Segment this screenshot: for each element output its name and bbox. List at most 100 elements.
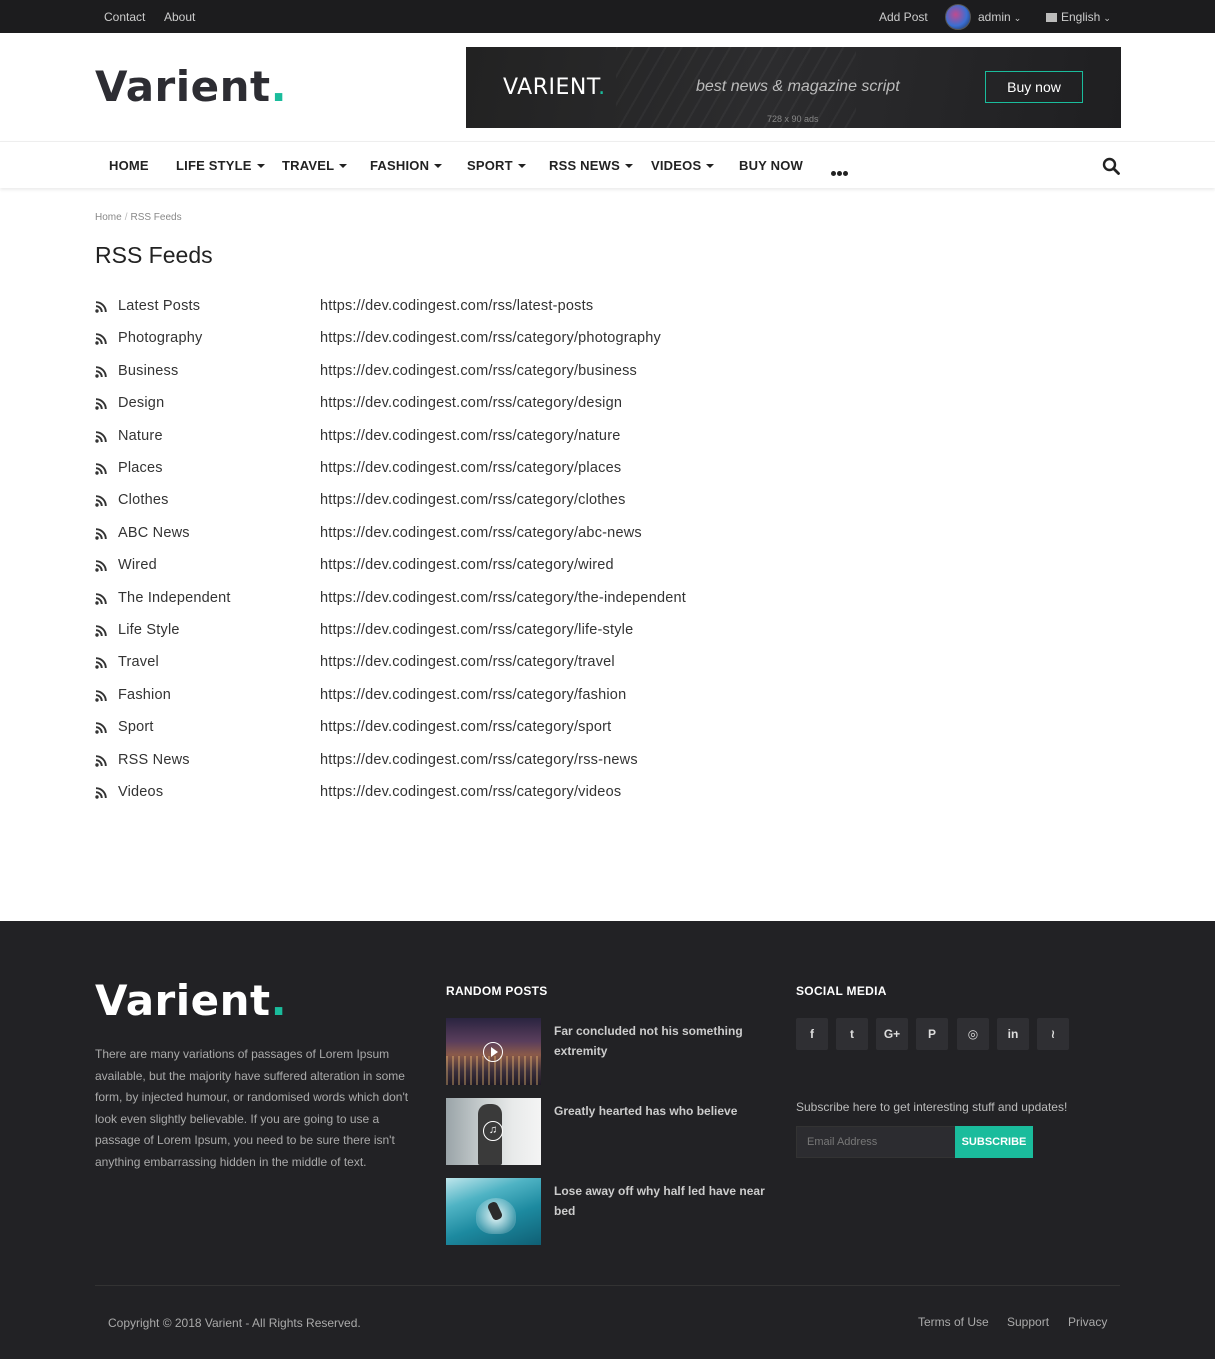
breadcrumb-current: RSS Feeds xyxy=(130,212,182,223)
feed-url-link[interactable]: https://dev.codingest.com/rss/category/c… xyxy=(320,492,626,508)
pinterest-icon[interactable]: P xyxy=(916,1018,948,1050)
about-link[interactable]: About xyxy=(164,10,195,24)
footer-logo[interactable]: Varient. xyxy=(95,976,287,1025)
feed-url-link[interactable]: https://dev.codingest.com/rss/category/s… xyxy=(320,719,611,735)
flag-icon xyxy=(1046,13,1057,22)
feed-name[interactable]: ABC News xyxy=(118,525,190,541)
nav-rss-news[interactable]: RSS NEWS xyxy=(549,158,633,173)
rss-icon xyxy=(95,592,107,605)
post-thumbnail[interactable] xyxy=(446,1018,541,1085)
feed-url-link[interactable]: https://dev.codingest.com/rss/category/p… xyxy=(320,460,621,476)
feed-name[interactable]: Latest Posts xyxy=(118,298,200,314)
feed-name[interactable]: The Independent xyxy=(118,590,231,606)
feed-name[interactable]: Videos xyxy=(118,784,163,800)
feed-name[interactable]: Places xyxy=(118,460,163,476)
rss-feed-row: Fashion https://dev.codingest.com/rss/cat… xyxy=(95,687,895,707)
feed-url-link[interactable]: https://dev.codingest.com/rss/category/b… xyxy=(320,363,637,379)
linkedin-icon[interactable]: in xyxy=(997,1018,1029,1050)
feed-url-link[interactable]: https://dev.codingest.com/rss/category/w… xyxy=(320,557,614,573)
google-plus-icon[interactable]: G+ xyxy=(876,1018,908,1050)
nav-travel[interactable]: TRAVEL xyxy=(282,158,348,173)
feed-url-link[interactable]: https://dev.codingest.com/rss/category/t… xyxy=(320,654,615,670)
feed-url-link[interactable]: https://dev.codingest.com/rss/category/l… xyxy=(320,622,633,638)
caret-down-icon xyxy=(517,164,526,168)
breadcrumb-home[interactable]: Home xyxy=(95,212,122,223)
nav-fashion[interactable]: FASHION xyxy=(370,158,443,173)
rss-feed-row: The Independent https://dev.codingest.com… xyxy=(95,590,895,610)
rss-icon xyxy=(95,722,107,734)
feed-name[interactable]: RSS News xyxy=(118,752,190,768)
contact-link[interactable]: Contact xyxy=(104,10,145,24)
instagram-icon[interactable]: ◎ xyxy=(957,1018,989,1050)
footer: Varient. There are many variations of pa… xyxy=(0,921,1215,1359)
ellipsis-icon[interactable] xyxy=(831,163,851,176)
terms-link[interactable]: Terms of Use xyxy=(918,1315,989,1329)
support-link[interactable]: Support xyxy=(1007,1315,1049,1329)
search-icon[interactable] xyxy=(1102,157,1120,175)
chevron-down-icon: ⌄ xyxy=(1103,13,1111,23)
nav-buy-now[interactable]: BUY NOW xyxy=(739,158,803,173)
twitter-icon[interactable]: t xyxy=(836,1018,868,1050)
feed-name[interactable]: Business xyxy=(118,363,178,379)
privacy-link[interactable]: Privacy xyxy=(1068,1315,1107,1329)
rss-icon xyxy=(95,398,107,410)
feed-name[interactable]: Photography xyxy=(118,330,202,346)
feed-url-link[interactable]: https://dev.codingest.com/rss/category/n… xyxy=(320,428,621,444)
ad-banner[interactable]: VARIENT. best news & magazine script Buy… xyxy=(466,47,1121,128)
logo-dot: . xyxy=(270,62,288,111)
ad-logo: VARIENT. xyxy=(503,75,606,100)
avatar[interactable] xyxy=(945,4,971,30)
random-post-title[interactable]: Far concluded not his something extremit… xyxy=(554,1021,779,1061)
caret-down-icon xyxy=(256,164,265,168)
feed-name[interactable]: Clothes xyxy=(118,492,169,508)
facebook-icon[interactable]: f xyxy=(796,1018,828,1050)
rss-icon xyxy=(95,528,107,540)
post-thumbnail[interactable]: ♫ xyxy=(446,1098,541,1165)
feed-url-link[interactable]: https://dev.codingest.com/rss/category/v… xyxy=(320,784,621,800)
language-label: English xyxy=(1061,10,1101,24)
feed-url-link[interactable]: https://dev.codingest.com/rss/category/p… xyxy=(320,330,661,346)
footer-divider xyxy=(95,1285,1120,1286)
language-menu[interactable]: English ⌄ xyxy=(1046,10,1111,24)
random-post-title[interactable]: Greatly hearted has who believe xyxy=(554,1101,779,1121)
caret-down-icon xyxy=(706,164,715,168)
nav-home[interactable]: HOME xyxy=(109,158,149,173)
caret-down-icon xyxy=(434,164,443,168)
user-menu[interactable]: admin ⌄ xyxy=(978,10,1021,24)
feed-url-link[interactable]: https://dev.codingest.com/rss/category/a… xyxy=(320,525,642,541)
feed-url-link[interactable]: https://dev.codingest.com/rss/category/t… xyxy=(320,590,686,606)
subscribe-button[interactable]: SUBSCRIBE xyxy=(955,1126,1033,1158)
rss-feed-row: Clothes https://dev.codingest.com/rss/cat… xyxy=(95,492,895,512)
rss-feed-row: Sport https://dev.codingest.com/rss/categ… xyxy=(95,719,895,739)
random-post-title[interactable]: Lose away off why half led have near bed xyxy=(554,1181,779,1221)
post-thumbnail[interactable] xyxy=(446,1178,541,1245)
subscribe-text: Subscribe here to get interesting stuff … xyxy=(796,1100,1068,1114)
nav-life-style[interactable]: LIFE STYLE xyxy=(176,158,265,173)
feed-name[interactable]: Design xyxy=(118,395,164,411)
footer-about-text: There are many variations of passages of… xyxy=(95,1047,409,1169)
feed-name[interactable]: Wired xyxy=(118,557,157,573)
rss-feed-row: Nature https://dev.codingest.com/rss/cate… xyxy=(95,428,895,448)
feed-name[interactable]: Sport xyxy=(118,719,154,735)
rss-feed-row: RSS News https://dev.codingest.com/rss/ca… xyxy=(95,752,895,772)
nav-videos[interactable]: VIDEOS xyxy=(651,158,715,173)
rss-feed-row: Videos https://dev.codingest.com/rss/cate… xyxy=(95,784,895,804)
ad-buy-button[interactable]: Buy now xyxy=(985,71,1083,103)
feed-name[interactable]: Life Style xyxy=(118,622,180,638)
feed-name[interactable]: Travel xyxy=(118,654,159,670)
feed-url-link[interactable]: https://dev.codingest.com/rss/category/f… xyxy=(320,687,626,703)
rss-feed-row: Latest Posts https://dev.codingest.com/rs… xyxy=(95,298,895,318)
nav-sport[interactable]: SPORT xyxy=(467,158,526,173)
add-post-link[interactable]: Add Post xyxy=(879,10,928,24)
feed-url-link[interactable]: https://dev.codingest.com/rss/category/r… xyxy=(320,752,638,768)
email-input[interactable] xyxy=(796,1126,956,1158)
music-note-icon: ♫ xyxy=(483,1121,503,1141)
feed-url-link[interactable]: https://dev.codingest.com/rss/latest-pos… xyxy=(320,298,593,314)
breadcrumb: Home / RSS Feeds xyxy=(95,212,182,223)
feed-name[interactable]: Fashion xyxy=(118,687,171,703)
rss-feed-row: Life Style https://dev.codingest.com/rss/… xyxy=(95,622,895,642)
feed-name[interactable]: Nature xyxy=(118,428,163,444)
feed-url-link[interactable]: https://dev.codingest.com/rss/category/d… xyxy=(320,395,622,411)
rss-icon[interactable]: ≀ xyxy=(1037,1018,1069,1050)
site-logo[interactable]: Varient. xyxy=(95,62,287,111)
